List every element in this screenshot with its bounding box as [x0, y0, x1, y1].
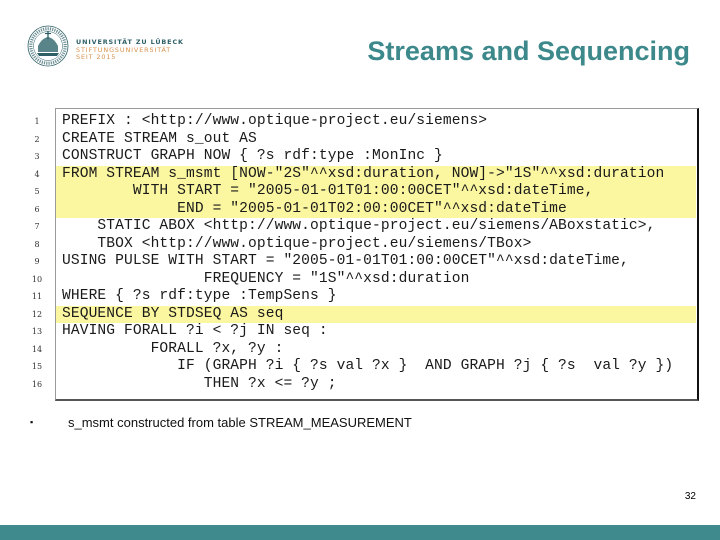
code-text: FORALL ?x, ?y : — [62, 340, 284, 357]
code-line: 7 STATIC ABOX <http://www.optique-projec… — [30, 218, 698, 236]
line-number: 16 — [31, 379, 43, 389]
code-line: 11 WHERE { ?s rdf:type :TempSens } — [30, 288, 698, 306]
code-line: 13 HAVING FORALL ?i < ?j IN seq : — [30, 323, 698, 341]
line-number: 12 — [31, 309, 43, 319]
code-text: END = "2005-01-01T02:00:00CET"^^xsd:date… — [62, 200, 567, 217]
footer-bar — [0, 525, 720, 540]
code-line: 2 CREATE STREAM s_out AS — [30, 131, 698, 149]
line-number: 6 — [34, 204, 40, 214]
code-text: IF (GRAPH ?i { ?s val ?x } AND GRAPH ?j … — [62, 358, 674, 374]
code-line: 5 WITH START = "2005-01-01T01:00:00CET"^… — [30, 183, 698, 201]
code-text: WHERE { ?s rdf:type :TempSens } — [62, 288, 337, 304]
line-number: 3 — [34, 152, 40, 161]
code-text: PREFIX : <http://www.optique-project.eu/… — [62, 113, 488, 129]
university-logo: UNIVERSITÄT ZU LÜBECK STIFTUNGSUNIVERSIT… — [26, 24, 186, 72]
code-text: THEN ?x <= ?y ; — [62, 375, 337, 392]
code-line: 15 IF (GRAPH ?i { ?s val ?x } AND GRAPH … — [30, 358, 698, 376]
logo-since: SEIT 2015 — [76, 53, 117, 62]
code-line: 6 END = "2005-01-01T02:00:00CET"^^xsd:da… — [30, 200, 698, 218]
bullet-marker-icon: ▪ — [30, 417, 34, 427]
code-line: 10 FREQUENCY = "1S"^^xsd:duration — [30, 271, 698, 289]
code-text: WITH START = "2005-01-01T01:00:00CET"^^x… — [62, 183, 594, 199]
code-text: HAVING FORALL ?i < ?j IN seq : — [62, 323, 328, 339]
code-line: 1 PREFIX : <http://www.optique-project.eu… — [30, 113, 698, 131]
slide-title: Streams and Sequencing — [367, 36, 690, 66]
code-text: FROM STREAM s_msmt [NOW-"2S"^^xsd:durati… — [62, 165, 665, 182]
code-line: 4 FROM STREAM s_msmt [NOW-"2S"^^xsd:durat… — [30, 165, 698, 183]
code-line: 8 TBOX <http://www.optique-project.eu/si… — [30, 236, 698, 254]
page-number: 32 — [684, 491, 696, 502]
line-number: 15 — [31, 362, 43, 371]
bullet-text: s_msmt constructed from table STREAM_MEA… — [68, 415, 412, 430]
line-number: 2 — [34, 134, 40, 144]
code-line: 16 THEN ?x <= ?y ; — [30, 376, 698, 394]
line-number: 1 — [34, 117, 40, 126]
line-number: 4 — [34, 169, 40, 179]
code-line: 12 SEQUENCE BY STDSEQ AS seq — [30, 305, 698, 323]
code-text: CONSTRUCT GRAPH NOW { ?s rdf:type :MonIn… — [62, 148, 443, 164]
code-line: 9 USING PULSE WITH START = "2005-01-01T01… — [30, 253, 698, 271]
logo-text: UNIVERSITÄT ZU LÜBECK STIFTUNGSUNIVERSIT… — [76, 38, 184, 62]
university-seal-icon — [27, 25, 69, 67]
line-number: 11 — [31, 292, 43, 301]
code-text: TBOX <http://www.optique-project.eu/siem… — [62, 235, 532, 252]
line-number: 5 — [34, 187, 40, 196]
code-text: FREQUENCY = "1S"^^xsd:duration — [62, 270, 470, 287]
line-number: 10 — [31, 274, 43, 284]
code-line: 3 CONSTRUCT GRAPH NOW { ?s rdf:type :MonI… — [30, 148, 698, 166]
line-number: 13 — [31, 327, 43, 336]
code-listing: 1 PREFIX : <http://www.optique-project.eu… — [30, 108, 699, 401]
code-text: USING PULSE WITH START = "2005-01-01T01:… — [62, 253, 629, 269]
code-text: CREATE STREAM s_out AS — [62, 130, 257, 147]
line-number: 14 — [31, 344, 43, 354]
code-text: STATIC ABOX <http://www.optique-project.… — [62, 218, 656, 234]
line-number: 8 — [34, 239, 40, 249]
line-number: 9 — [34, 257, 40, 266]
code-text: SEQUENCE BY STDSEQ AS seq — [62, 305, 284, 322]
line-number: 7 — [34, 222, 40, 231]
code-line: 14 FORALL ?x, ?y : — [30, 341, 698, 359]
